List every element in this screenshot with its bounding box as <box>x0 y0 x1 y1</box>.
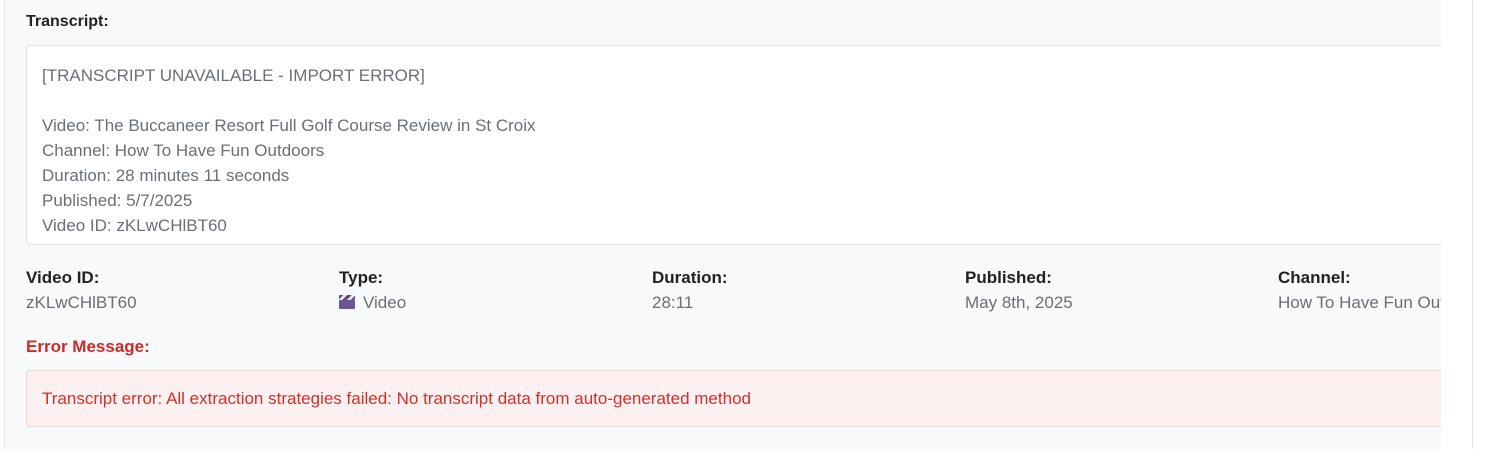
transcript-spacer <box>42 88 1441 113</box>
type-label: Type: <box>339 268 384 287</box>
channel-field: Channel: How To Have Fun Outdoors <box>1278 266 1441 316</box>
transcript-line: Video ID: zKLwCHlBT60 <box>42 216 227 235</box>
video-id-field: Video ID: zKLwCHlBT60 <box>26 266 326 316</box>
transcript-header: [TRANSCRIPT UNAVAILABLE - IMPORT ERROR] <box>42 66 425 85</box>
video-detail-panel: Transcript: [TRANSCRIPT UNAVAILABLE - IM… <box>4 0 1441 449</box>
published-field: Published: May 8th, 2025 <box>965 266 1265 316</box>
video-id-label: Video ID: <box>26 268 100 287</box>
error-message-box: Transcript error: All extraction strateg… <box>26 370 1441 427</box>
duration-field: Duration: 28:11 <box>652 266 952 316</box>
type-value: Video <box>363 293 407 312</box>
channel-label: Channel: <box>1278 268 1351 287</box>
type-value-wrap: Video <box>339 290 639 316</box>
video-id-value: zKLwCHlBT60 <box>26 293 137 312</box>
duration-label: Duration: <box>652 268 728 287</box>
channel-value: How To Have Fun Outdoors <box>1278 293 1441 312</box>
error-message-label: Error Message: <box>26 337 150 356</box>
metadata-row: Video ID: zKLwCHlBT60 Type: Video Durati… <box>26 266 1441 318</box>
transcript-line: Channel: How To Have Fun Outdoors <box>42 141 325 160</box>
transcript-line: Published: 5/7/2025 <box>42 191 193 210</box>
error-message-text: Transcript error: All extraction strateg… <box>42 389 751 408</box>
duration-value: 28:11 <box>652 293 694 312</box>
gutter-divider <box>1472 0 1473 449</box>
scrollbar-gutter[interactable] <box>1441 0 1487 449</box>
published-value: May 8th, 2025 <box>965 293 1073 312</box>
clapperboard-icon <box>339 295 355 309</box>
type-field: Type: Video <box>339 266 639 316</box>
transcript-line: Video: The Buccaneer Resort Full Golf Co… <box>42 116 536 135</box>
transcript-box[interactable]: [TRANSCRIPT UNAVAILABLE - IMPORT ERROR] … <box>26 45 1441 245</box>
published-label: Published: <box>965 268 1052 287</box>
transcript-label: Transcript: <box>26 13 109 30</box>
transcript-line: Duration: 28 minutes 11 seconds <box>42 166 290 185</box>
